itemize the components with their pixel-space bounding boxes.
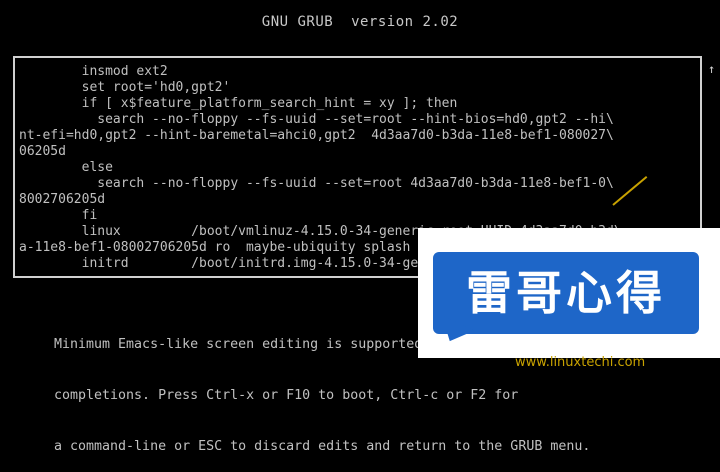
help-line: a command-line or ESC to discard edits a… <box>54 439 591 454</box>
editor-line[interactable]: a-11e8-bef1-08002706205d ro maybe-ubiqui… <box>19 240 410 256</box>
editor-line[interactable]: else <box>19 160 113 176</box>
watermark-badge: 雷哥心得 <box>433 252 699 334</box>
watermark-logo: 雷哥心得 <box>418 228 720 358</box>
editor-line[interactable]: initrd /boot/initrd.img-4.15.0-34-generi… <box>19 256 458 272</box>
editor-line[interactable]: 8002706205d <box>19 192 105 208</box>
editor-line[interactable]: set root='hd0,gpt2' <box>19 80 231 96</box>
editor-line[interactable]: 06205d <box>19 144 66 160</box>
watermark-url: www.linuxtechi.com <box>515 355 646 370</box>
editor-line[interactable]: search --no-floppy --fs-uuid --set=root … <box>19 176 614 192</box>
editor-line[interactable]: nt-efi=hd0,gpt2 --hint-baremetal=ahci0,g… <box>19 128 614 144</box>
watermark-text: 雷哥心得 <box>466 266 666 320</box>
editor-line[interactable]: insmod ext2 <box>19 64 168 80</box>
grub-title: GNU GRUB version 2.02 <box>261 14 459 30</box>
editor-line[interactable]: if [ x$feature_platform_search_hint = xy… <box>19 96 458 112</box>
help-line: completions. Press Ctrl-x or F10 to boot… <box>54 388 519 403</box>
editor-line[interactable]: fi <box>19 208 98 224</box>
editor-line[interactable]: search --no-floppy --fs-uuid --set=root … <box>19 112 614 128</box>
scroll-up-arrow-icon: ↑ <box>708 62 716 76</box>
